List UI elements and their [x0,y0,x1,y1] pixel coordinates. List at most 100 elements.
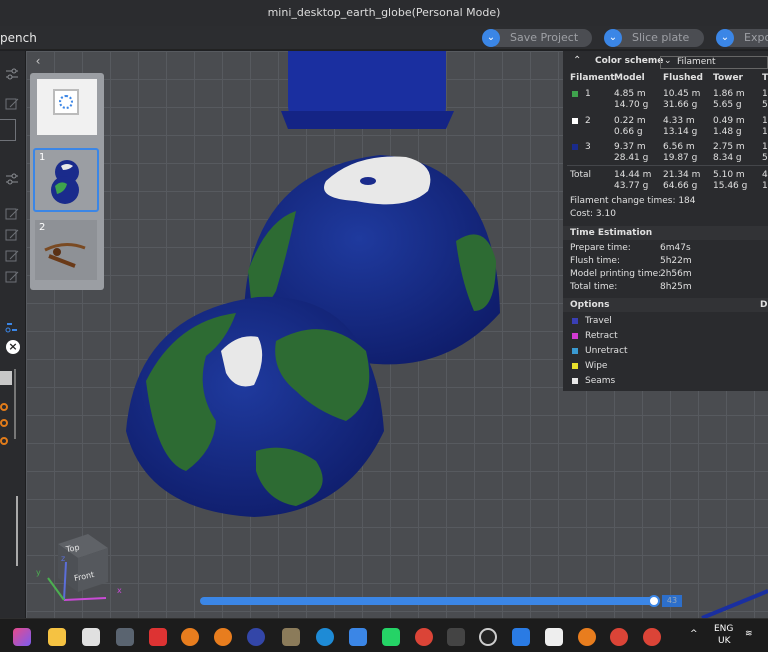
warning-icon[interactable] [0,419,8,427]
chrome-icon[interactable] [610,628,628,646]
copilot-icon[interactable] [13,628,31,646]
save-project-button[interactable]: ⌄ Save Project [482,29,592,47]
plate-number: 2 [39,222,46,233]
tray-chevron-icon[interactable]: ^ [690,629,698,639]
notepad-icon[interactable] [82,628,100,646]
edit-icon[interactable] [4,96,20,110]
model-length: 0.22 m [614,116,646,126]
time-value: 5h22m [660,256,692,266]
obs-icon[interactable] [479,628,497,646]
filament-change-times: Filament change times: 184 [570,196,696,206]
legend-header: ⌃ Color scheme ⌄ Filament [563,51,768,73]
whatsapp-icon[interactable] [382,628,400,646]
export-button[interactable]: ⌄ Expo [716,29,768,47]
edit-icon[interactable] [4,206,20,220]
plate-thumbnail-1[interactable]: 1 [33,148,99,212]
antarctica-region [324,156,431,205]
time-label: Flush time: [570,256,621,266]
filament-id: 2 [585,116,591,126]
adjust-icon[interactable] [4,66,20,80]
chrome-icon[interactable] [415,628,433,646]
tower-length: 5.10 m [713,170,745,180]
col-filament: Filament [570,73,615,83]
close-icon[interactable]: × [6,340,20,354]
gimp-icon[interactable] [282,628,300,646]
filament-id: 1 [585,89,591,99]
total-label: Total [570,170,592,180]
axis-y-label: y [36,568,41,577]
time-value: 8h25m [660,282,692,292]
app-icon[interactable] [512,628,530,646]
filament-swatch [572,118,578,124]
window-title: mini_desktop_earth_globe(Personal Mode) [267,6,501,19]
flushed-weight: 19.87 g [663,153,698,163]
filament-swatch [572,91,578,97]
plates-stack-icon [53,89,79,115]
blender-icon[interactable] [578,628,596,646]
slice-plate-button[interactable]: ⌄ Slice plate [604,29,704,47]
app-icon[interactable] [545,628,563,646]
chevron-down-icon[interactable]: ⌄ [482,29,500,47]
language-line-2[interactable]: UK [718,636,731,646]
model-length: 14.44 m [614,170,652,180]
chevron-down-icon: ⌄ [664,56,672,66]
app-icon[interactable] [149,628,167,646]
option-swatch [572,378,578,384]
time-label: Total time: [570,282,618,292]
scrollbar[interactable] [14,369,16,439]
collapse-up-icon[interactable]: ⌃ [573,55,581,66]
blender-icon[interactable] [214,628,232,646]
language-line-1[interactable]: ENG [714,624,733,634]
total-length: 1 [762,116,768,126]
flushed-length: 6.56 m [663,142,695,152]
3d-builder-icon[interactable] [349,628,367,646]
total-weight: 5 [762,153,768,163]
edit-icon[interactable] [4,269,20,283]
col-flushed: Flushed [663,73,703,83]
col-model: Model [614,73,645,83]
app-icon[interactable] [447,628,465,646]
plate-thumbnail-all[interactable] [37,79,97,135]
total-weight: 1 [762,181,768,191]
chrome-icon[interactable] [643,628,661,646]
calculator-icon[interactable] [116,628,134,646]
chevron-down-icon[interactable]: ⌄ [604,29,622,47]
left-tool-strip: × [0,51,26,618]
total-length: 1 [762,142,768,152]
loading-dots-icon [59,95,73,109]
flushed-length: 21.34 m [663,170,701,180]
model-length: 4.85 m [614,89,646,99]
layer-slider[interactable] [200,595,660,607]
edit-icon[interactable] [4,248,20,262]
time-estimation-header: Time Estimation [563,226,768,240]
plate-thumbnail-2[interactable]: 2 [35,220,97,280]
filament-swatch [572,144,578,150]
blender-icon[interactable] [181,628,199,646]
link-icon[interactable] [4,319,20,333]
option-swatch [572,333,578,339]
adjust-icon[interactable] [4,171,20,185]
col-tower: Tower [713,73,743,83]
view-cube[interactable]: Top Front x y z [36,532,122,608]
folder-icon[interactable] [48,628,66,646]
warning-icon[interactable] [0,437,8,445]
col-total: T [762,73,768,83]
tower-weight: 1.48 g [713,127,742,137]
app-icon[interactable] [247,628,265,646]
color-scheme-dropdown[interactable]: ⌄ Filament [660,56,768,69]
axis-x-label: x [117,586,122,595]
tower-length: 0.49 m [713,116,745,126]
edit-icon[interactable] [4,227,20,241]
collapse-panel-icon[interactable]: ‹ [30,53,46,69]
chevron-down-icon[interactable]: ⌄ [716,29,734,47]
scrollbar[interactable] [16,496,18,566]
edge-icon[interactable] [316,628,334,646]
workbench-tab-label[interactable]: pench [0,31,37,45]
time-value: 6m47s [660,243,691,253]
layer-slider-handle[interactable] [648,595,660,607]
warning-icon[interactable] [0,403,8,411]
slice-legend-panel: ⌃ Color scheme ⌄ Filament Filament Model… [563,51,768,391]
wifi-icon[interactable]: ≋ [745,629,753,639]
color-scheme-value: Filament [677,57,716,67]
layer-slider-value: 43 [662,595,682,607]
